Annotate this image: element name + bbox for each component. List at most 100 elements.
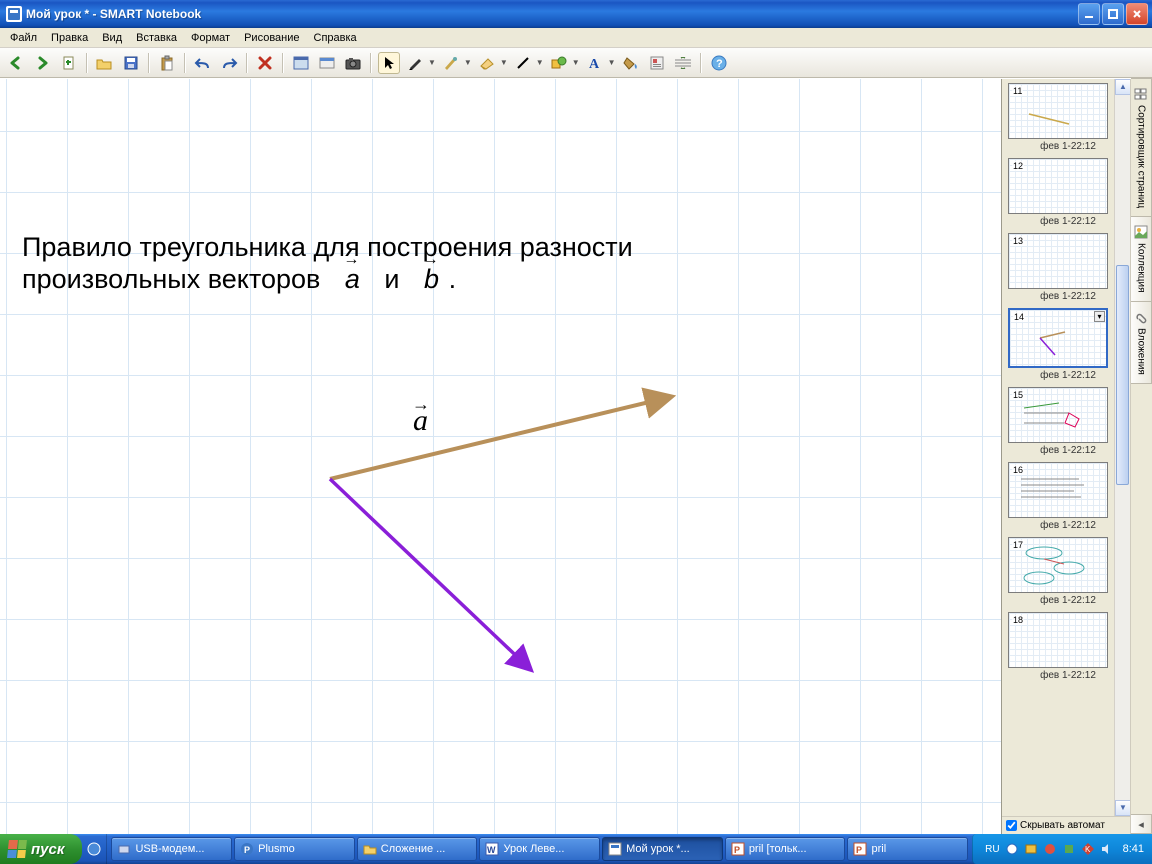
eraser-dropdown[interactable]: ▼ [500,58,508,67]
paste-button[interactable] [156,52,178,74]
tab-gallery[interactable]: Коллекция [1131,216,1152,302]
thumb-caption: фев 1-22:12 [1008,141,1128,152]
taskbar-task-button[interactable]: Мой урок *... [602,837,723,861]
thumb-page-number: 11 [1012,86,1023,96]
canvas-area[interactable]: Правило треугольника для построения разн… [0,79,1002,834]
tray-icon[interactable]: K [1081,842,1095,856]
taskbar-task-button[interactable]: Сложение ... [357,837,478,861]
tray-icon[interactable] [1005,842,1019,856]
thumb-caption: фев 1-22:12 [1008,291,1128,302]
fullscreen-button[interactable] [290,52,312,74]
menu-insert[interactable]: Вставка [130,30,183,46]
menu-edit[interactable]: Правка [45,30,94,46]
shape-dropdown[interactable]: ▼ [572,58,580,67]
page-thumbnail[interactable]: 12 [1008,158,1108,214]
tab-attachments[interactable]: Вложения [1131,301,1152,384]
tray-icon[interactable] [1043,842,1057,856]
vector-a-arrow[interactable] [330,397,670,479]
next-page-button[interactable] [32,52,54,74]
vector-b-arrow[interactable] [330,479,530,669]
page-sorter[interactable]: 11 фев 1-22:12 12 фев 1-22:12 13 фев 1-22:12 1… [1002,79,1130,816]
thumb-menu-button[interactable]: ▾ [1094,311,1105,322]
tray-icon[interactable] [1062,842,1076,856]
minimize-button[interactable] [1078,3,1100,25]
scroll-down-button[interactable]: ▼ [1115,800,1130,816]
creative-pen-dropdown[interactable]: ▼ [464,58,472,67]
page-canvas[interactable]: Правило треугольника для построения разн… [0,79,1001,834]
taskbar-task-button[interactable]: USB-модем... [111,837,232,861]
prev-page-button[interactable] [6,52,28,74]
hide-auto-label[interactable]: Скрывать автомат [1020,820,1105,831]
screen-capture-button[interactable] [316,52,338,74]
page-thumbnail[interactable]: 14▾ [1008,308,1108,368]
scrollbar-thumb[interactable] [1116,265,1129,485]
pen-tool-button[interactable] [404,52,426,74]
creative-pen-button[interactable] [440,52,462,74]
page-thumbnail[interactable]: 13 [1008,233,1108,289]
page-thumbnail[interactable]: 15 [1008,387,1108,443]
page-thumbnail[interactable]: 16 [1008,462,1108,518]
shape-tool-button[interactable] [548,52,570,74]
windows-flag-icon [7,840,27,858]
scroll-up-button[interactable]: ▲ [1115,79,1130,95]
properties-button[interactable] [646,52,668,74]
task-buttons: USB-модем... PPlusmoСложение ...WУрок Лев… [107,834,972,864]
task-label: Мой урок *... [626,843,690,855]
menubar: Файл Правка Вид Вставка Формат Рисование… [0,28,1152,48]
task-icon: W [485,842,499,856]
redo-button[interactable] [218,52,240,74]
taskbar-clock[interactable]: 8:41 [1123,843,1144,855]
taskbar-task-button[interactable]: WУрок Леве... [479,837,600,861]
taskbar-task-button[interactable]: Ppril [тольк... [725,837,846,861]
line-dropdown[interactable]: ▼ [536,58,544,67]
side-panel-footer: Скрывать автомат [1002,816,1130,834]
menu-file[interactable]: Файл [4,30,43,46]
menu-help[interactable]: Справка [308,30,363,46]
toolbar-separator [148,53,150,73]
add-page-button[interactable] [58,52,80,74]
close-button[interactable] [1126,3,1148,25]
tab-page-sorter[interactable]: Сортировщик страниц [1131,78,1152,217]
text-dropdown[interactable]: ▼ [608,58,616,67]
line-tool-button[interactable] [512,52,534,74]
undo-button[interactable] [192,52,214,74]
menu-format[interactable]: Формат [185,30,236,46]
tray-volume-icon[interactable] [1100,842,1114,856]
task-label: USB-модем... [135,843,204,855]
open-button[interactable] [94,52,116,74]
taskbar-task-button[interactable]: PPlusmo [234,837,355,861]
start-button[interactable]: пуск [0,834,82,864]
camera-button[interactable] [342,52,364,74]
hide-auto-checkbox[interactable] [1006,820,1017,831]
move-toolbar-button[interactable] [672,52,694,74]
taskbar-task-button[interactable]: Ppril [847,837,968,861]
language-indicator[interactable]: RU [985,844,999,855]
text-tool-button[interactable]: A [584,52,606,74]
menu-view[interactable]: Вид [96,30,128,46]
side-tabs: Сортировщик страниц Коллекция Вложения ◂ [1130,79,1152,834]
task-icon: P [731,842,745,856]
page-thumbnail[interactable]: 17 [1008,537,1108,593]
thumb-page-number: 16 [1012,465,1024,475]
ql-icon[interactable] [86,841,102,857]
svg-text:W: W [487,845,496,855]
pointer-tool-button[interactable] [378,52,400,74]
fill-button[interactable] [620,52,642,74]
tray-icon[interactable] [1024,842,1038,856]
help-button[interactable]: ? [708,52,730,74]
pen-dropdown[interactable]: ▼ [428,58,436,67]
window-title: Мой урок * - SMART Notebook [26,7,1078,21]
save-button[interactable] [120,52,142,74]
thumb-caption: фев 1-22:12 [1008,670,1128,681]
menu-draw[interactable]: Рисование [238,30,305,46]
eraser-button[interactable] [476,52,498,74]
delete-button[interactable] [254,52,276,74]
page-thumbnail[interactable]: 18 [1008,612,1108,668]
side-panel: 11 фев 1-22:12 12 фев 1-22:12 13 фев 1-22:12 1… [1002,79,1152,834]
thumb-caption: фев 1-22:12 [1008,520,1128,531]
thumbs-scrollbar[interactable]: ▲ ▼ [1114,79,1130,816]
maximize-button[interactable] [1102,3,1124,25]
thumb-page-number: 13 [1012,236,1024,246]
side-panel-collapse[interactable]: ◂ [1131,814,1152,834]
page-thumbnail[interactable]: 11 [1008,83,1108,139]
